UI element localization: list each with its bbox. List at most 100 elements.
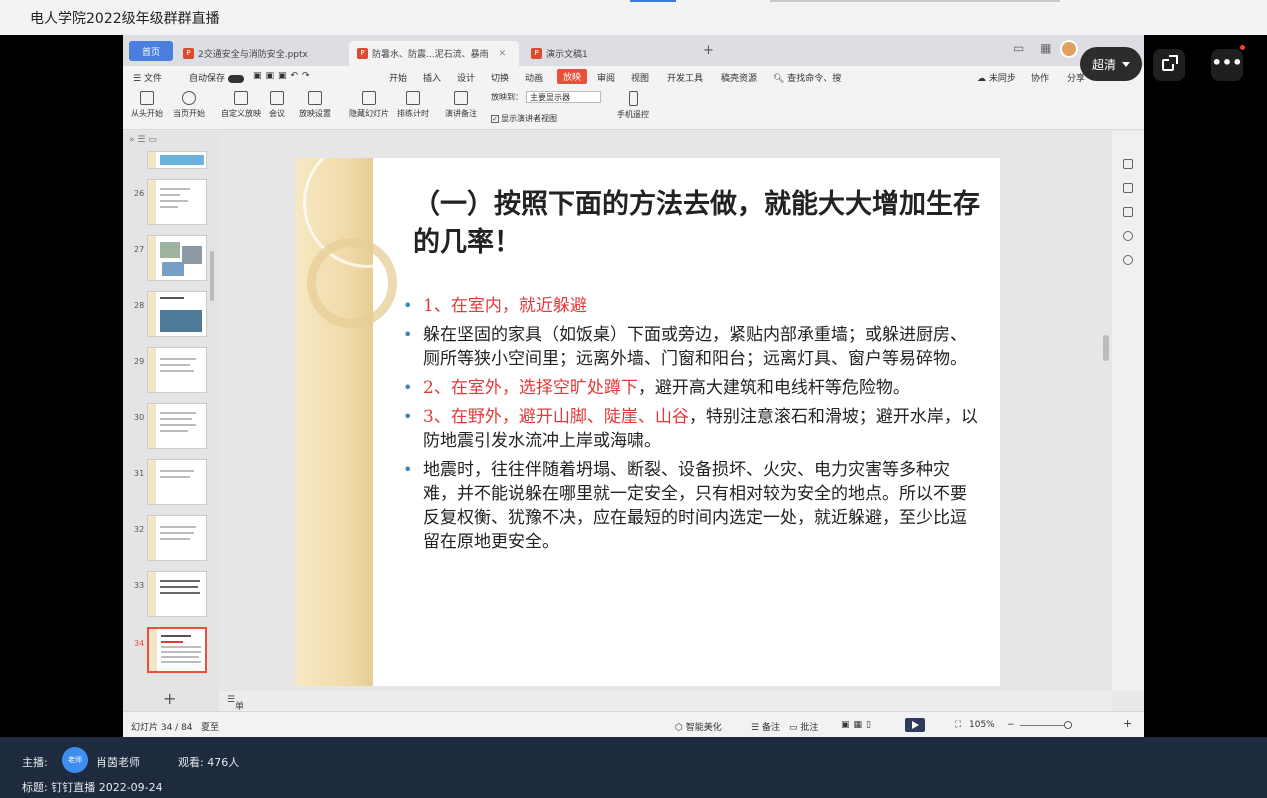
menu-file[interactable]: ☰ 文件 xyxy=(133,71,162,84)
tab-doc-3[interactable]: P 演示文稿1 xyxy=(523,41,693,66)
add-slide-button[interactable]: + xyxy=(163,689,176,708)
zoom-fit-icon[interactable]: ⛶ xyxy=(955,720,961,730)
zoom-slider-knob[interactable] xyxy=(1064,721,1072,729)
meeting-button[interactable]: 会议 xyxy=(269,91,285,119)
menu-insert[interactable]: 插入 xyxy=(423,71,441,84)
hide-slide-icon xyxy=(362,91,376,105)
user-avatar[interactable] xyxy=(1060,40,1078,58)
thumbnail-28[interactable] xyxy=(147,291,207,337)
thumbnail-27[interactable] xyxy=(147,235,207,281)
menu-devtools[interactable]: 开发工具 xyxy=(667,71,703,84)
beautify-button[interactable]: ⬡ 智能美化 xyxy=(675,720,722,733)
bullet-4: 3、在野外，避开山脚、陡崖、山谷，特别注意滚石和滑坡；避开水岸，以防地震引发水流… xyxy=(403,405,983,453)
window-titlebar: 电人学院2022级年级群群直播 xyxy=(0,0,1267,35)
menu-start[interactable]: 开始 xyxy=(389,71,407,84)
menu-special[interactable]: 稿壳资源 xyxy=(721,71,757,84)
thumbnail-31[interactable] xyxy=(147,459,207,505)
slide-bullets: 1、在室内，就近躲避 躲在坚固的家具（如饭桌）下面或旁边，紧贴内部承重墙；或躲进… xyxy=(403,294,983,559)
bullet-5: 地震时，往往伴随着坍塌、断裂、设备损坏、火灾、电力灾害等多种灾难，并不能说躲在哪… xyxy=(403,458,983,554)
quality-selector[interactable]: 超清 xyxy=(1080,47,1142,81)
tab-doc-1-label: 2交通安全与消防安全.pptx xyxy=(198,50,308,60)
presenter-view-checkbox[interactable]: ✓ 显示演讲者视图 xyxy=(491,113,557,124)
host-avatar[interactable]: 老师 xyxy=(62,747,88,773)
show-settings-button[interactable]: 放映设置 xyxy=(299,91,331,119)
show-on-select[interactable]: 放映到： 主要显示器 xyxy=(491,91,601,103)
wps-tabbar: 首页 P 2交通安全与消防安全.pptx P 防暑水、防震...泥石流、暴雨 ✕… xyxy=(123,35,1144,66)
checkbox[interactable]: ✓ xyxy=(491,114,499,123)
ppt-file-icon: P xyxy=(357,48,368,59)
notes-area[interactable]: ☰ 单击此处添加备注 xyxy=(219,691,1112,737)
play-slideshow-button[interactable] xyxy=(905,718,925,732)
notes-placeholder[interactable]: ☰ 单击此处添加备注 xyxy=(227,695,244,737)
window-layout-icons[interactable]: ▭ ▦ xyxy=(1013,41,1058,55)
thumbnail-number: 30 xyxy=(134,413,145,422)
zoom-slider-track[interactable] xyxy=(1020,725,1070,726)
thumbnail-number: 34 xyxy=(134,639,145,648)
canvas-scrollbar[interactable] xyxy=(1103,335,1109,361)
from-start-button[interactable]: 从头开始 xyxy=(131,91,163,119)
zoom-in-button[interactable]: + xyxy=(1123,717,1132,730)
pin-icon[interactable] xyxy=(1123,183,1133,193)
play-current-icon xyxy=(182,91,196,105)
autosave-toggle[interactable]: 自动保存 xyxy=(189,71,244,84)
command-search[interactable]: 🔍︎ 查找命令、搜 xyxy=(773,71,841,84)
notification-dot xyxy=(1240,45,1245,50)
menu-view[interactable]: 视图 xyxy=(631,71,649,84)
thumbnail-number: 26 xyxy=(134,189,145,198)
thumbnail-view-toggle[interactable]: » ☰ ▭ xyxy=(123,131,219,151)
notes-button[interactable]: ☰ 备注 xyxy=(751,720,780,733)
thumbnail-33[interactable] xyxy=(147,571,207,617)
thumbnail-30[interactable] xyxy=(147,403,207,449)
phone-remote-button[interactable]: 手机遥控 xyxy=(617,91,649,120)
menu-switch[interactable]: 切换 xyxy=(491,71,509,84)
meeting-icon xyxy=(270,91,284,105)
rehearse-button[interactable]: 排练计时 xyxy=(397,91,429,119)
zoom-out-button[interactable]: − xyxy=(1007,720,1015,730)
tab-doc-1[interactable]: P 2交通安全与消防安全.pptx xyxy=(175,41,345,66)
tab-doc-2[interactable]: P 防暑水、防震...泥石流、暴雨 ✕ xyxy=(349,41,519,66)
timer-icon xyxy=(406,91,420,105)
comments-button[interactable]: ▭ 批注 xyxy=(789,720,818,733)
custom-show-button[interactable]: 自定义放映 xyxy=(221,91,261,119)
live-title: 标题: 钉钉直播 2022-09-24 xyxy=(22,781,163,794)
thumbnail-32[interactable] xyxy=(147,515,207,561)
more-button[interactable]: ••• xyxy=(1211,49,1243,81)
menu-animation[interactable]: 动画 xyxy=(525,71,543,84)
new-tab-button[interactable]: + xyxy=(703,43,714,58)
thumbnail-scrollbar[interactable] xyxy=(210,251,214,301)
thumbnail-34-selected[interactable] xyxy=(147,627,207,673)
host-name: 肖茵老师 xyxy=(96,756,140,769)
collab-button[interactable]: 协作 xyxy=(1031,71,1049,84)
menu-slideshow[interactable]: 放映 xyxy=(557,69,588,84)
share-button[interactable] xyxy=(1153,49,1185,81)
copy-icon[interactable] xyxy=(1123,207,1133,217)
bullet-2: 躲在坚固的家具（如饭桌）下面或旁边，紧贴内部承重墙；或躲进厨房、厕所等狭小空间里… xyxy=(403,323,983,371)
notes-icon xyxy=(454,91,468,105)
custom-show-icon xyxy=(234,91,248,105)
settings-icon[interactable] xyxy=(1123,255,1133,265)
speaker-notes-button[interactable]: 演讲备注 xyxy=(445,91,477,119)
phone-icon xyxy=(628,91,638,106)
bullet-1: 1、在室内，就近躲避 xyxy=(403,294,983,318)
properties-icon[interactable] xyxy=(1123,159,1133,169)
sync-status[interactable]: ☁ 未同步 xyxy=(977,71,1016,84)
menu-review[interactable]: 审阅 xyxy=(597,71,615,84)
close-icon[interactable]: ✕ xyxy=(499,49,507,59)
quick-access-icons[interactable]: ▣▣▣↶↷ xyxy=(253,71,314,81)
thumbnail-26[interactable] xyxy=(147,179,207,225)
monitor-dropdown[interactable]: 主要显示器 xyxy=(526,91,601,103)
wps-ribbon: 从头开始 当页开始 自定义放映 会议 放映设置 隐藏幻灯片 排练计时 演讲备注 … xyxy=(123,88,1144,130)
hide-slide-button[interactable]: 隐藏幻灯片 xyxy=(349,91,389,119)
view-mode-icons[interactable]: ▣▦▯ xyxy=(841,720,875,730)
help-icon[interactable] xyxy=(1123,231,1133,241)
tab-doc-3-label: 演示文稿1 xyxy=(546,50,588,60)
tab-home[interactable]: 首页 xyxy=(129,41,173,61)
from-current-button[interactable]: 当页开始 xyxy=(173,91,205,119)
toggle-switch[interactable] xyxy=(227,74,244,83)
settings-icon xyxy=(308,91,322,105)
zoom-level[interactable]: 105% xyxy=(969,720,995,730)
thumbnail-29[interactable] xyxy=(147,347,207,393)
menu-design[interactable]: 设计 xyxy=(457,71,475,84)
thumbnail-partial[interactable] xyxy=(147,151,207,169)
thumbnail-number: 28 xyxy=(134,301,145,310)
